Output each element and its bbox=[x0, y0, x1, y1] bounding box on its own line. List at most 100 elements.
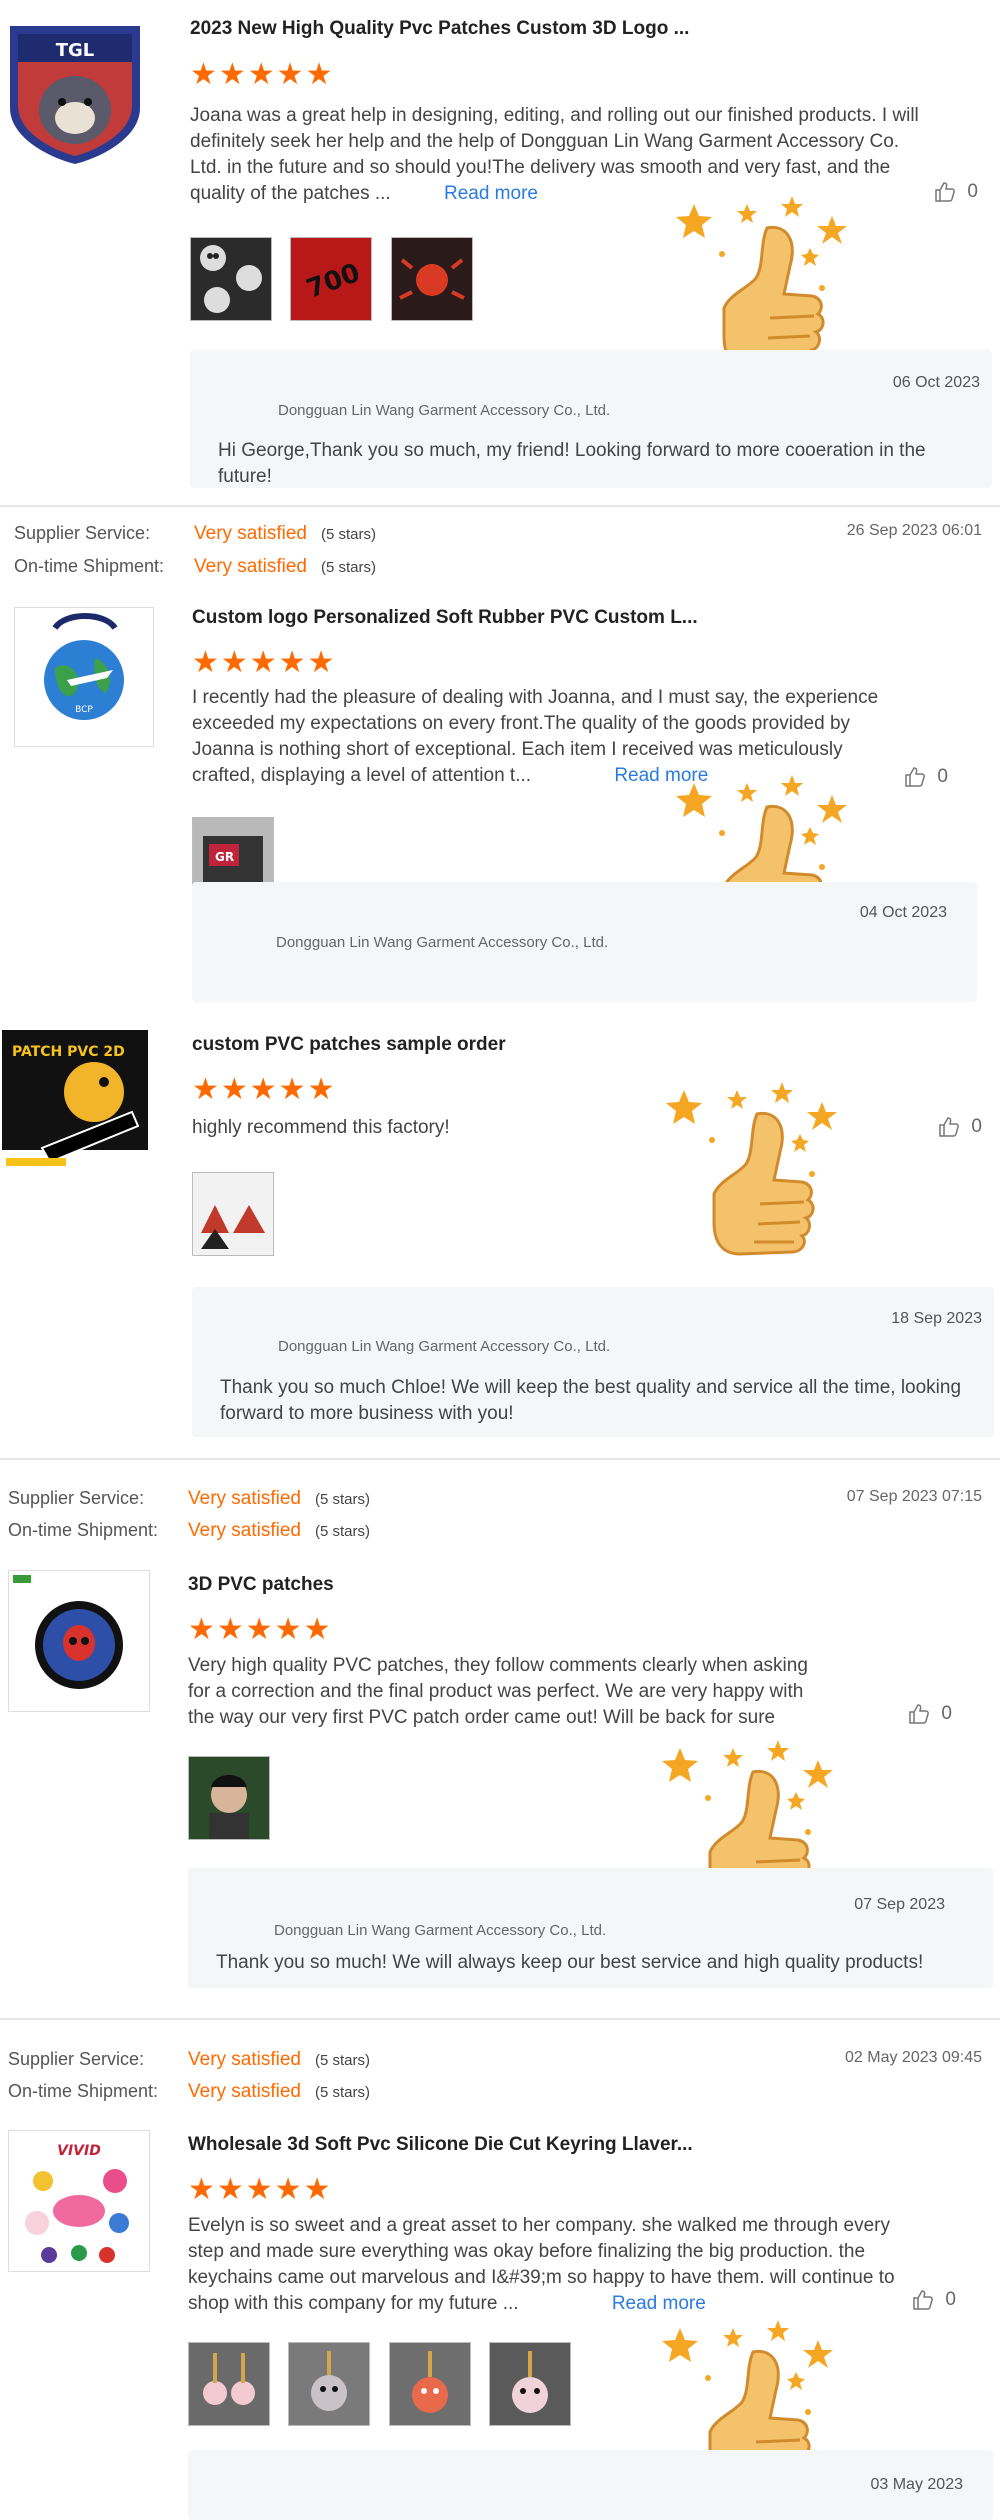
like-count: 0 bbox=[937, 766, 948, 788]
svg-text:BCP: BCP bbox=[75, 705, 93, 715]
rating-stars: ★★★★★ bbox=[192, 1073, 337, 1106]
svg-text:700: 700 bbox=[303, 258, 364, 305]
product-title[interactable]: Wholesale 3d Soft Pvc Silicone Die Cut K… bbox=[188, 2134, 693, 2156]
product-title[interactable]: Custom logo Personalized Soft Rubber PVC… bbox=[192, 607, 698, 629]
supplier-reply: 04 Oct 2023 Dongguan Lin Wang Garment Ac… bbox=[192, 882, 977, 1002]
review-image[interactable] bbox=[390, 237, 473, 321]
thumbs-up-icon bbox=[907, 1702, 931, 1726]
like-button[interactable]: 0 bbox=[911, 2288, 956, 2312]
review-image[interactable] bbox=[188, 1756, 270, 1840]
rating-stars: ★★★★★ bbox=[188, 1613, 333, 1646]
supplier-service-label: Supplier Service: bbox=[8, 1488, 145, 1508]
rating-stars: ★★★★★ bbox=[188, 2173, 333, 2206]
supplier-service-stars: (5 stars) bbox=[315, 1491, 371, 1508]
review-date: 02 May 2023 09:45 bbox=[845, 2049, 982, 2066]
thumbs-up-illustration bbox=[672, 196, 862, 376]
thumbs-up-icon bbox=[937, 1115, 961, 1139]
supplier-reply: 07 Sep 2023 Dongguan Lin Wang Garment Ac… bbox=[188, 1868, 993, 1988]
like-button[interactable]: 0 bbox=[903, 765, 948, 789]
supplier-service-label: Supplier Service: bbox=[8, 2049, 145, 2069]
product-thumbnail[interactable]: TGL bbox=[0, 18, 150, 166]
like-count: 0 bbox=[967, 181, 978, 203]
review-image[interactable] bbox=[489, 2342, 572, 2426]
review-images bbox=[188, 1756, 284, 1840]
reply-text: Thank you so much Chloe! We will keep th… bbox=[220, 1377, 962, 1424]
shipment-label: On-time Shipment: bbox=[8, 1520, 159, 1540]
shipment-value: Very satisfied bbox=[188, 2081, 301, 2102]
review-body: Very high quality PVC patches, they foll… bbox=[188, 1653, 828, 1731]
product-title[interactable]: 2023 New High Quality Pvc Patches Custom… bbox=[190, 18, 689, 40]
svg-text:VIVID: VIVID bbox=[57, 2143, 101, 2159]
review-text: Joana was a great help in designing, edi… bbox=[190, 105, 919, 204]
svg-text:PATCH PVC 2D: PATCH PVC 2D bbox=[12, 1044, 125, 1060]
product-thumbnail[interactable]: VIVID bbox=[8, 2130, 150, 2272]
reply-text: Hi George,Thank you so much, my friend! … bbox=[218, 440, 926, 487]
supplier-service-label: Supplier Service: bbox=[14, 523, 151, 543]
product-thumbnail[interactable]: BCP bbox=[14, 607, 154, 747]
supplier-service-value: Very satisfied bbox=[188, 2049, 301, 2070]
rating-stars: ★★★★★ bbox=[192, 646, 337, 679]
shipment-row: On-time Shipment: Very satisfied (5 stars) bbox=[8, 1520, 370, 1542]
review-image[interactable] bbox=[192, 1172, 274, 1256]
review-5: Supplier Service: Very satisfied (5 stars)… bbox=[0, 2020, 1000, 2520]
reply-company: Dongguan Lin Wang Garment Accessory Co.,… bbox=[274, 1922, 607, 1939]
reply-date: 07 Sep 2023 bbox=[854, 1896, 945, 1913]
review-image[interactable] bbox=[288, 2342, 371, 2426]
review-image[interactable] bbox=[388, 2342, 471, 2426]
shipment-value: Very satisfied bbox=[188, 1520, 301, 1541]
reply-date: 03 May 2023 bbox=[870, 2476, 963, 2493]
supplier-reply: 03 May 2023 bbox=[188, 2450, 993, 2520]
read-more-link[interactable]: Read more bbox=[612, 2293, 706, 2314]
product-title[interactable]: custom PVC patches sample order bbox=[192, 1034, 506, 1056]
review-date: 26 Sep 2023 06:01 bbox=[846, 522, 982, 539]
like-button[interactable]: 0 bbox=[937, 1115, 982, 1139]
shipment-stars: (5 stars) bbox=[315, 1523, 371, 1540]
shipment-row: On-time Shipment: Very satisfied (5 stars) bbox=[14, 556, 376, 578]
thumbs-up-illustration bbox=[662, 1082, 852, 1262]
product-thumbnail[interactable] bbox=[8, 1570, 150, 1712]
product-thumbnail[interactable]: PATCH PVC 2D bbox=[2, 1030, 148, 1176]
review-images bbox=[192, 1172, 288, 1256]
supplier-service-stars: (5 stars) bbox=[315, 2052, 371, 2069]
review-body: Joana was a great help in designing, edi… bbox=[190, 103, 935, 207]
review-text: I recently had the pleasure of dealing w… bbox=[192, 687, 879, 786]
supplier-reply: 06 Oct 2023 Dongguan Lin Wang Garment Ac… bbox=[190, 350, 992, 488]
reply-company: Dongguan Lin Wang Garment Accessory Co.,… bbox=[278, 1338, 611, 1355]
read-more-link[interactable]: Read more bbox=[444, 183, 538, 204]
supplier-reply: 18 Sep 2023 Dongguan Lin Wang Garment Ac… bbox=[192, 1287, 994, 1437]
like-count: 0 bbox=[945, 2289, 956, 2311]
review-body: I recently had the pleasure of dealing w… bbox=[192, 685, 907, 789]
reply-date: 18 Sep 2023 bbox=[891, 1310, 982, 1327]
like-count: 0 bbox=[941, 1703, 952, 1725]
review-3: PATCH PVC 2D custom PVC patches sample o… bbox=[0, 1012, 1000, 1457]
shipment-value: Very satisfied bbox=[194, 556, 307, 577]
review-image[interactable] bbox=[188, 2342, 270, 2426]
reply-company: Dongguan Lin Wang Garment Accessory Co.,… bbox=[278, 402, 611, 419]
review-4: Supplier Service: Very satisfied (5 stars)… bbox=[0, 1460, 1000, 2018]
svg-text:GR: GR bbox=[215, 850, 234, 864]
shipment-label: On-time Shipment: bbox=[8, 2081, 159, 2101]
like-button[interactable]: 0 bbox=[907, 1702, 952, 1726]
thumbs-up-icon bbox=[933, 180, 957, 204]
reply-text: Thank you so much! We will always keep o… bbox=[216, 1952, 924, 1973]
shipment-row: On-time Shipment: Very satisfied (5 stars) bbox=[8, 2081, 370, 2103]
thumbs-up-icon bbox=[911, 2288, 935, 2312]
review-1: TGL 2023 New High Quality Pvc Patches Cu… bbox=[0, 0, 1000, 505]
thumbs-up-icon bbox=[903, 765, 927, 789]
reply-date: 06 Oct 2023 bbox=[892, 374, 980, 391]
supplier-service-row: Supplier Service: Very satisfied (5 stars) bbox=[14, 523, 376, 545]
like-count: 0 bbox=[971, 1116, 982, 1138]
review-text: Very high quality PVC patches, they foll… bbox=[188, 1655, 808, 1728]
supplier-service-row: Supplier Service: Very satisfied (5 stars) bbox=[8, 2049, 370, 2071]
review-image[interactable]: 700 bbox=[290, 237, 373, 321]
review-date: 07 Sep 2023 07:15 bbox=[846, 1488, 982, 1505]
shipment-stars: (5 stars) bbox=[315, 2084, 371, 2101]
review-image[interactable] bbox=[190, 237, 272, 321]
supplier-service-value: Very satisfied bbox=[194, 523, 307, 544]
review-images: 700 bbox=[190, 237, 487, 321]
like-button[interactable]: 0 bbox=[933, 180, 978, 204]
product-title[interactable]: 3D PVC patches bbox=[188, 1574, 334, 1596]
shipment-stars: (5 stars) bbox=[321, 559, 377, 576]
rating-stars: ★★★★★ bbox=[190, 58, 335, 91]
review-text: Evelyn is so sweet and a great asset to … bbox=[188, 2215, 895, 2314]
